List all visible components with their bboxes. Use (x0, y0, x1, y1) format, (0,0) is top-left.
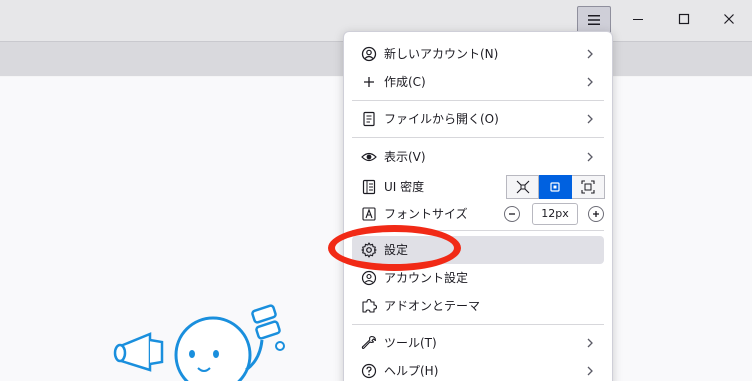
menu-separator (352, 324, 604, 325)
hamburger-menu-button[interactable] (577, 6, 611, 34)
account-settings-icon (360, 269, 378, 287)
minus-icon (509, 213, 515, 215)
density-selector (506, 175, 606, 199)
new-account-icon (360, 45, 378, 63)
menu-item-label: ファイルから開く(O) (384, 112, 499, 126)
menu-item-new-account[interactable]: 新しいアカウント(N) (352, 40, 604, 68)
puzzle-icon (360, 297, 378, 315)
font-size-control: 12px (504, 203, 604, 225)
wrench-icon (360, 334, 378, 352)
menu-item-open-from-file[interactable]: ファイルから開く(O) (352, 105, 604, 133)
menu-item-label: ツール(T) (384, 336, 437, 350)
density-touch-icon (581, 180, 595, 194)
app-menu-panel: 新しいアカウント(N) 作成(C) ファイルから開く(O) 表示(V) UI 密… (343, 31, 613, 381)
density-compact-icon (516, 180, 529, 194)
menu-item-addons-themes[interactable]: アドオンとテーマ (352, 292, 604, 320)
chevron-right-icon (587, 338, 593, 348)
menu-item-label: 新しいアカウント(N) (384, 47, 499, 61)
menu-item-label: UI 密度 (384, 180, 425, 194)
menu-item-label: アカウント設定 (384, 271, 469, 285)
font-size-decrease-button[interactable] (504, 206, 520, 222)
maximize-icon (678, 13, 690, 25)
eye-icon (360, 148, 378, 166)
chevron-right-icon (587, 152, 593, 162)
chevron-right-icon (587, 49, 593, 59)
menu-separator (352, 100, 604, 101)
density-compact-button[interactable] (506, 175, 539, 199)
close-button[interactable] (706, 0, 752, 38)
menu-item-label: 表示(V) (384, 150, 426, 164)
chevron-right-icon (587, 77, 593, 87)
density-touch-button[interactable] (572, 175, 605, 199)
chevron-right-icon (587, 114, 593, 124)
close-icon (724, 14, 734, 24)
menu-separator (352, 137, 604, 138)
menu-item-create[interactable]: 作成(C) (352, 68, 604, 96)
menu-item-label: 作成(C) (384, 75, 426, 89)
menu-item-help[interactable]: ヘルプ(H) (352, 357, 604, 381)
plus-icon (593, 211, 599, 217)
menu-item-label: アドオンとテーマ (384, 299, 481, 313)
menu-item-tools[interactable]: ツール(T) (352, 329, 604, 357)
hamburger-menu-icon (588, 15, 600, 25)
maximize-button[interactable] (661, 0, 707, 38)
density-icon (360, 178, 378, 196)
minimize-button[interactable] (615, 0, 661, 38)
font-size-value[interactable]: 12px (532, 203, 578, 225)
font-size-icon (360, 205, 378, 223)
annotation-circle (328, 225, 461, 271)
help-icon (360, 362, 378, 380)
menu-item-view[interactable]: 表示(V) (352, 143, 604, 171)
plus-icon (360, 73, 378, 91)
density-normal-button[interactable] (539, 175, 572, 199)
chevron-right-icon (587, 366, 593, 376)
font-size-increase-button[interactable] (588, 206, 604, 222)
menu-item-label: ヘルプ(H) (384, 364, 439, 378)
file-icon (360, 110, 378, 128)
menu-item-label: フォントサイズ (384, 207, 468, 221)
density-normal-icon (550, 182, 560, 192)
mascot-illustration (113, 304, 285, 381)
minimize-icon (633, 19, 643, 20)
